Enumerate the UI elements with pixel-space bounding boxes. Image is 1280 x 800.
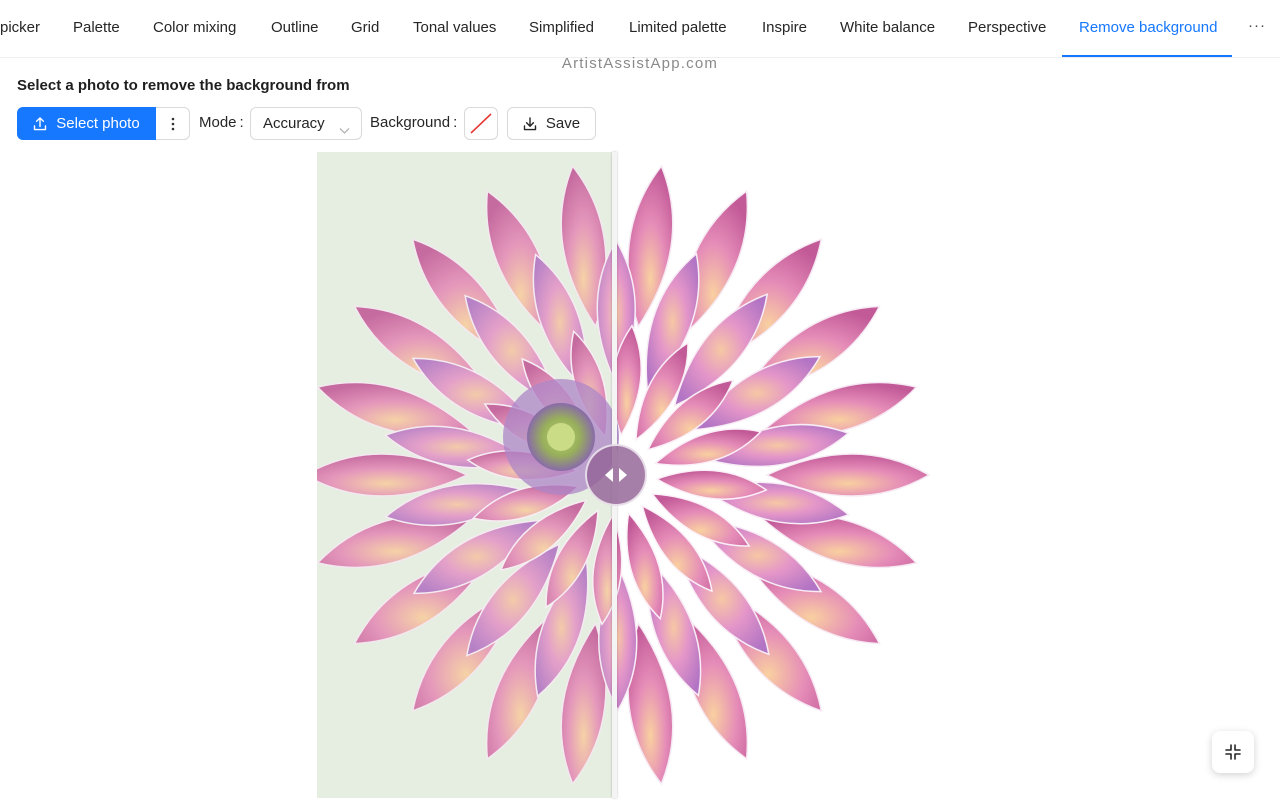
- watermark: ArtistAssistApp.com: [561, 55, 719, 72]
- flower-petal: [655, 469, 768, 500]
- tab-white-balance[interactable]: White balance: [840, 0, 935, 58]
- tab-outline[interactable]: Outline: [271, 0, 319, 58]
- download-icon: [523, 116, 537, 131]
- more-vertical-icon: [171, 117, 175, 131]
- mode-label: Mode:: [199, 114, 244, 131]
- upload-icon: [33, 116, 47, 131]
- select-photo-button[interactable]: Select photo: [17, 107, 156, 140]
- select-photo-label: Select photo: [56, 115, 140, 132]
- tab-grid[interactable]: Grid: [351, 0, 379, 58]
- tab-perspective[interactable]: Perspective: [968, 0, 1046, 58]
- tab-simplified[interactable]: Simplified: [529, 0, 594, 58]
- mode-select[interactable]: Accuracy: [250, 107, 362, 140]
- tab-color-mixing[interactable]: Color mixing: [153, 0, 236, 58]
- no-color-icon: [470, 113, 492, 134]
- tab-limited-palette[interactable]: Limited palette: [629, 0, 727, 58]
- exit-fullscreen-button[interactable]: [1212, 731, 1254, 773]
- tab-palette[interactable]: Palette: [73, 0, 120, 58]
- background-label: Background:: [370, 114, 458, 131]
- tab-remove-background[interactable]: Remove background: [1079, 0, 1217, 58]
- exit-fullscreen-icon: [1225, 744, 1241, 760]
- select-photo-more-button[interactable]: [156, 107, 190, 140]
- chevron-down-icon: [338, 117, 351, 134]
- page-heading: Select a photo to remove the background …: [17, 77, 350, 94]
- tab-tonal-values[interactable]: Tonal values: [413, 0, 496, 58]
- background-color-picker[interactable]: [464, 107, 498, 140]
- compare-arrows-icon: [602, 466, 630, 484]
- compare-handle[interactable]: [585, 444, 647, 506]
- save-button[interactable]: Save: [507, 107, 596, 140]
- tab-bar: picker Palette Color mixing Outline Grid…: [0, 0, 1280, 58]
- save-label: Save: [545, 115, 581, 132]
- tab-color-picker[interactable]: picker: [0, 0, 40, 58]
- tabs-more-button[interactable]: ···: [1240, 0, 1274, 56]
- tab-inspire[interactable]: Inspire: [762, 0, 807, 58]
- mode-select-value: Accuracy: [263, 115, 325, 132]
